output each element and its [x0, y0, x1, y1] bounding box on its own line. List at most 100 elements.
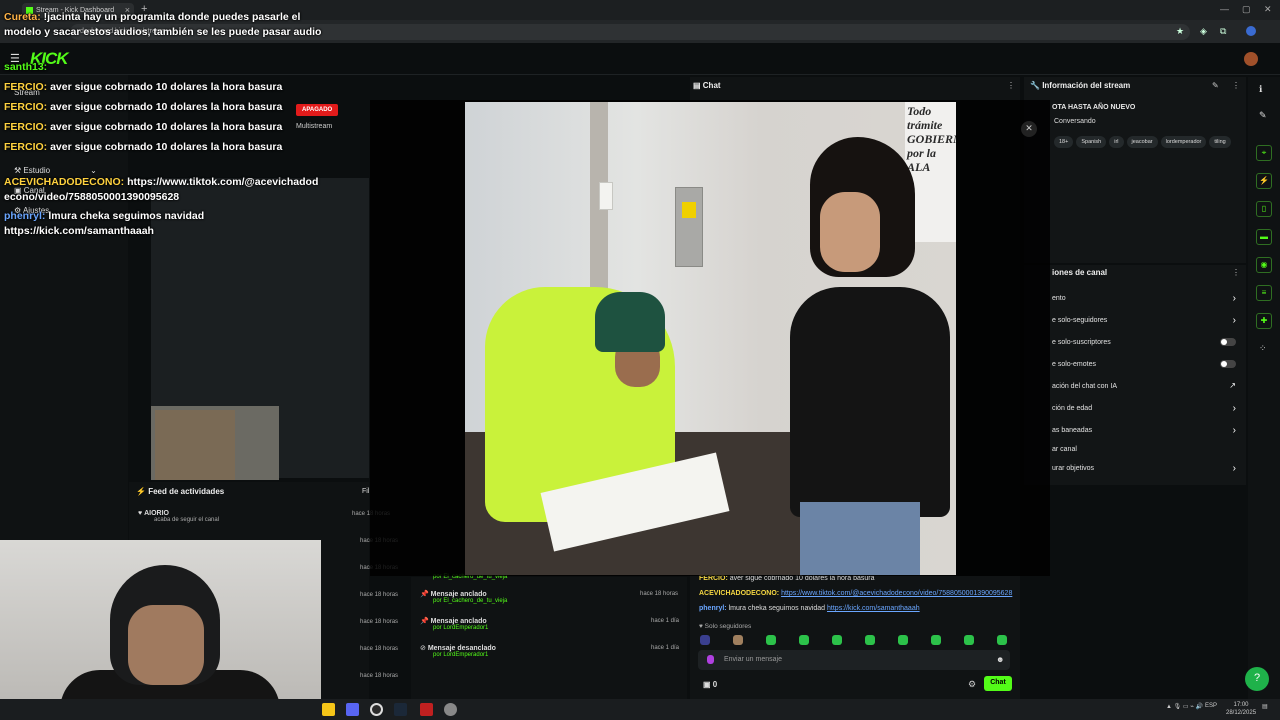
- feed-time: hace 18 horas: [360, 592, 399, 598]
- points-counter[interactable]: ▣ 0: [703, 680, 717, 689]
- tray-icons[interactable]: ▲ 🎙 ▭ ⌁ 🔊: [1166, 703, 1203, 710]
- lightning-icon[interactable]: ⚡: [1256, 173, 1272, 189]
- setting-label: e solo-suscriptores: [1052, 339, 1111, 346]
- emoji-picker-icon[interactable]: ☻: [996, 655, 1004, 664]
- tag: lordemperador: [1160, 136, 1207, 148]
- pinned-title: Mensaje desanclado: [427, 645, 496, 652]
- close-window-button[interactable]: ✕: [1264, 4, 1272, 15]
- clock[interactable]: 17:00 28/12/2025: [1226, 701, 1256, 717]
- external-link-icon: ↗: [1229, 381, 1236, 390]
- minimize-button[interactable]: —: [1220, 4, 1229, 14]
- overlay-text: aver sigue cobrnado 10 dolares la hora b…: [47, 101, 283, 113]
- os-taskbar: [0, 699, 1280, 720]
- notifications-icon[interactable]: ▤: [1262, 703, 1268, 710]
- file-explorer-icon[interactable]: [322, 703, 335, 716]
- crosshair-icon[interactable]: ⌖: [1256, 145, 1272, 161]
- settings-options-icon[interactable]: ⋮: [1232, 268, 1240, 277]
- document-icon[interactable]: ▯: [1256, 201, 1272, 217]
- help-chat-button[interactable]: ?: [1245, 667, 1269, 691]
- bookmark-star-icon[interactable]: ★: [1176, 26, 1184, 37]
- stream-title: OTA HASTA AÑO NUEVO: [1052, 104, 1136, 111]
- sidebar-item-estudio[interactable]: ⚒ Estudio ⌄: [14, 166, 97, 175]
- emote-icon[interactable]: [997, 635, 1007, 645]
- chat-settings-gear-icon[interactable]: ⚙: [968, 679, 976, 690]
- broadcast-icon[interactable]: ◉: [1256, 257, 1272, 273]
- list-item: ♥ AIORIO acaba de seguir el canal: [138, 510, 219, 523]
- info-options-icon[interactable]: ⋮: [1232, 81, 1240, 90]
- emote-icon[interactable]: [931, 635, 941, 645]
- right-tool-rail: [1248, 77, 1280, 699]
- apps-icon[interactable]: ⁘: [1259, 343, 1267, 354]
- overlay-username: ACEVICHADODECONO:: [4, 176, 125, 188]
- setting-row: e solo-emotes: [1052, 360, 1242, 368]
- obs-icon[interactable]: [370, 703, 383, 716]
- list-icon[interactable]: ≡: [1256, 285, 1272, 301]
- maximize-button[interactable]: ▢: [1242, 4, 1251, 15]
- chat-message: phenryl: lmura cheka seguimos navidad ht…: [699, 605, 1015, 612]
- edit-pencil-icon[interactable]: ✎: [1212, 81, 1219, 90]
- tag: tiling: [1209, 136, 1231, 148]
- user-avatar[interactable]: [1244, 52, 1258, 66]
- emotes-only-toggle[interactable]: [1220, 360, 1236, 368]
- emote-icon[interactable]: [964, 635, 974, 645]
- pencil-icon[interactable]: ✎: [1259, 110, 1267, 121]
- wrench-icon[interactable]: ✚: [1256, 313, 1272, 329]
- chat-username[interactable]: phenryl:: [699, 605, 727, 612]
- steam-icon[interactable]: [394, 703, 407, 716]
- chat-username[interactable]: ACEVICHADODECONO:: [699, 590, 779, 597]
- setting-row[interactable]: as baneadas ›: [1052, 425, 1242, 436]
- overlay-text: aver sigue cobrnado 10 dolares la hora b…: [47, 141, 283, 153]
- chat-username[interactable]: FERCIO:: [699, 575, 728, 582]
- setting-row[interactable]: ción de edad ›: [1052, 403, 1242, 414]
- warning-sign-icon: [682, 202, 696, 218]
- chat-link[interactable]: https://kick.com/samanthaaah: [827, 605, 920, 612]
- chevron-down-icon: ⌄: [90, 166, 97, 175]
- puzzle-icon[interactable]: ⧉: [1220, 26, 1226, 37]
- app-icon[interactable]: [420, 703, 433, 716]
- overlay-chat-message: FERCIO: aver sigue cobrnado 10 dolares l…: [4, 140, 324, 155]
- studio-icon: ⚒: [14, 166, 24, 175]
- emote-icon[interactable]: [700, 635, 710, 645]
- setting-row: e solo-suscriptores: [1052, 338, 1242, 346]
- setting-row[interactable]: ación del chat con IA ↗: [1052, 381, 1242, 390]
- woman-face: [820, 192, 880, 272]
- points-value: 0: [712, 680, 718, 689]
- pinned-time: hace 1 día: [651, 645, 680, 651]
- emote-icon[interactable]: [799, 635, 809, 645]
- emote-icon[interactable]: [865, 635, 875, 645]
- overlay-text: aver sigue cobrnado 10 dolares la hora b…: [47, 121, 283, 133]
- subscribers-only-toggle[interactable]: [1220, 338, 1236, 346]
- feed-description: acaba de seguir el canal: [154, 517, 220, 523]
- woman-jacket: [790, 287, 950, 517]
- overlay-text: !jacinta hay un programita donde puedes …: [4, 11, 322, 38]
- feed-filter-button[interactable]: Fil: [362, 488, 369, 495]
- chat-link[interactable]: https://www.tiktok.com/@acevichadodecono…: [781, 590, 1012, 597]
- close-modal-button[interactable]: ✕: [1021, 121, 1037, 137]
- chat-options-icon[interactable]: ⋮: [1007, 81, 1015, 90]
- setting-label: ción de edad: [1052, 405, 1093, 412]
- emote-icon[interactable]: [898, 635, 908, 645]
- tag: Spanish: [1076, 136, 1107, 148]
- emote-icon[interactable]: [832, 635, 842, 645]
- setting-row[interactable]: urar objetivos ›: [1052, 463, 1242, 474]
- setting-row[interactable]: e solo-seguidores ›: [1052, 315, 1242, 326]
- send-chat-button[interactable]: Chat: [984, 676, 1012, 691]
- info-icon[interactable]: ℹ: [1259, 84, 1262, 95]
- setting-label: ación del chat con IA: [1052, 383, 1117, 390]
- chat-input[interactable]: Enviar un mensaje: [698, 650, 1010, 670]
- chat-mode-text: Solo seguidores: [704, 623, 752, 630]
- emote-icon[interactable]: [766, 635, 776, 645]
- emote-icon[interactable]: [733, 635, 743, 645]
- profile-avatar[interactable]: [1246, 26, 1256, 36]
- setting-label: e solo-emotes: [1052, 361, 1096, 368]
- setting-row[interactable]: ento ›: [1052, 293, 1242, 304]
- clock-date: 28/12/2025: [1226, 710, 1257, 716]
- setting-row[interactable]: ar canal: [1052, 446, 1242, 453]
- extension-icon[interactable]: ◈: [1200, 26, 1207, 37]
- chat-title: ▤ Chat: [693, 81, 721, 90]
- overlay-username: FERCIO:: [4, 121, 48, 133]
- language-indicator[interactable]: ESP: [1205, 703, 1217, 709]
- browser-icon[interactable]: [444, 703, 457, 716]
- chat-icon[interactable]: ▬: [1256, 229, 1272, 245]
- discord-icon[interactable]: [346, 703, 359, 716]
